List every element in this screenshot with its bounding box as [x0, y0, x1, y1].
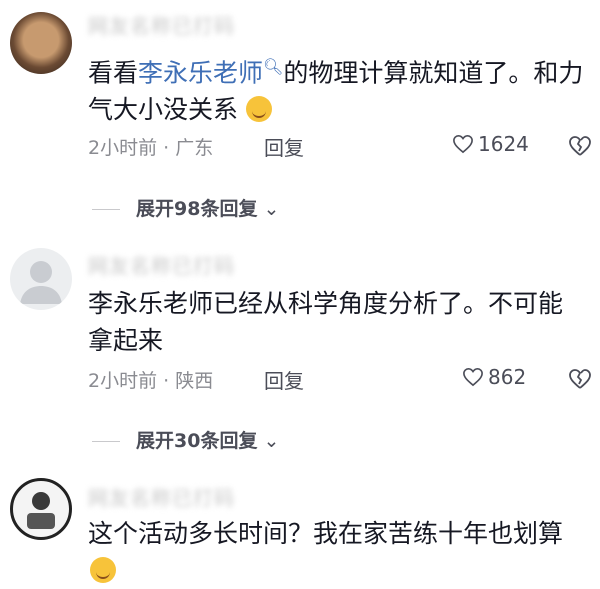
smiling-emoji-icon	[245, 96, 272, 123]
broken-heart-icon[interactable]	[568, 367, 592, 391]
laughing-tears-emoji-icon	[90, 557, 116, 583]
text-line2: 气大小没关系	[88, 95, 239, 125]
search-icon[interactable]: 🔍︎	[263, 57, 283, 76]
avatar[interactable]	[10, 12, 72, 74]
text-line1: 李永乐老师已经从科学角度分析了。不可能	[88, 289, 564, 318]
expand-label: 展开30条回复	[136, 430, 258, 452]
reply-button[interactable]: 回复	[264, 132, 304, 161]
avatar[interactable]	[10, 478, 72, 540]
comment-text: 这个活动多长时间？我在家苦练十年也划算	[88, 515, 588, 589]
username[interactable]: 网友名称已打码	[88, 250, 235, 279]
avatar-figure-icon	[27, 492, 55, 529]
heart-icon	[453, 134, 473, 154]
username[interactable]: 网友名称已打码	[88, 482, 235, 511]
chevron-down-icon: ⌄	[257, 430, 280, 452]
mention-link[interactable]: 李永乐老师	[138, 58, 263, 87]
text-line1: 这个活动多长时间？我在家苦练十年也划算	[88, 519, 564, 548]
heart-icon	[463, 367, 483, 387]
divider	[92, 209, 120, 210]
chevron-down-icon: ⌄	[257, 198, 280, 220]
username[interactable]: 网友名称已打码	[88, 10, 235, 39]
divider	[92, 441, 120, 442]
like-button[interactable]: 862	[462, 365, 526, 389]
like-count: 1624	[478, 132, 529, 156]
comment-text: 李永乐老师已经从科学角度分析了。不可能 拿起来	[88, 285, 588, 359]
comment-text: 看看李永乐老师🔍︎的物理计算就知道了。和力 气大小没关系	[88, 48, 588, 128]
like-button[interactable]: 1624	[452, 132, 529, 156]
expand-replies-button[interactable]: 展开98条回复 ⌄	[92, 194, 279, 221]
like-count: 862	[488, 365, 527, 389]
text-suffix: 的物理计算就知道了。和力	[283, 58, 584, 88]
broken-heart-icon[interactable]	[568, 134, 592, 158]
text-prefix: 看看	[88, 58, 139, 88]
time-location: 2小时前 · 广东	[88, 137, 214, 159]
default-user-icon	[20, 261, 62, 304]
avatar[interactable]	[10, 248, 72, 310]
text-line2: 拿起来	[88, 326, 164, 355]
reply-button[interactable]: 回复	[264, 365, 304, 394]
expand-replies-button[interactable]: 展开30条回复 ⌄	[92, 426, 279, 453]
expand-label: 展开98条回复	[136, 198, 258, 220]
time-location: 2小时前 · 陕西	[88, 370, 214, 392]
